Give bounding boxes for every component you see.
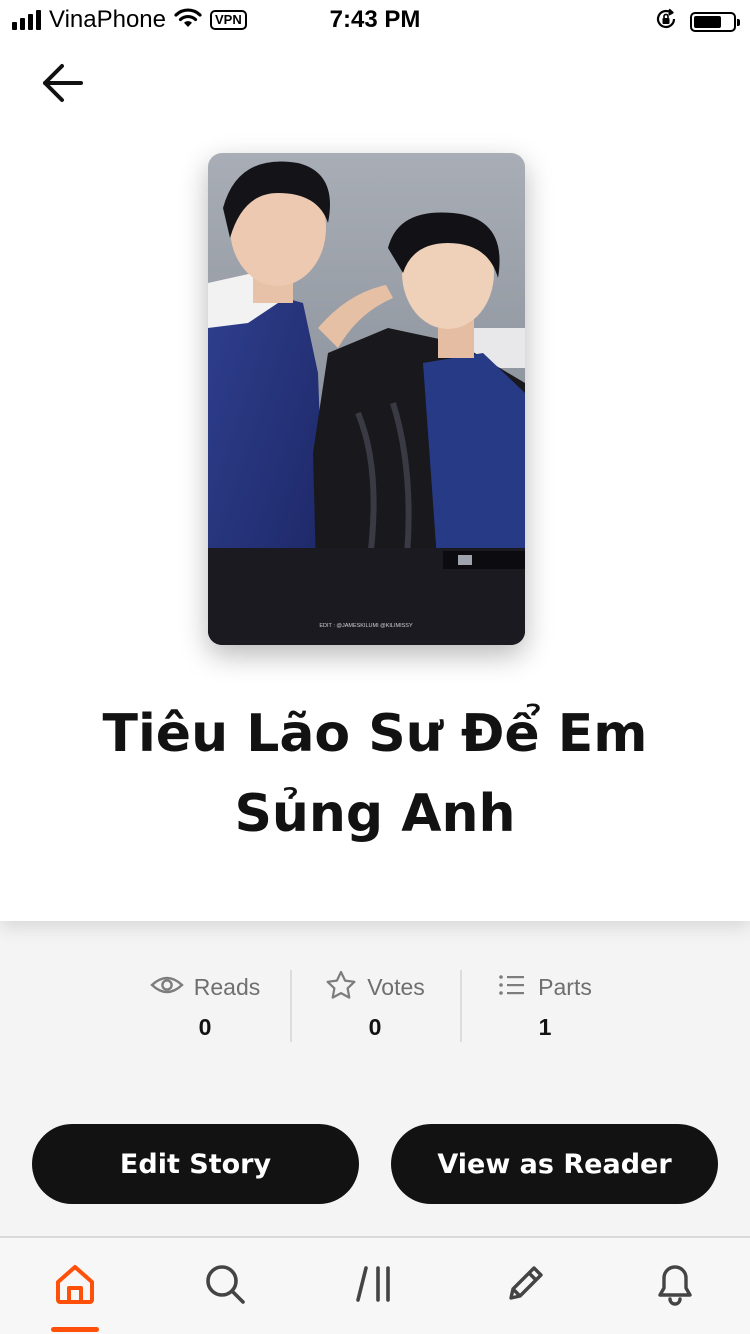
- eye-icon: [149, 973, 184, 1002]
- stat-label: Reads: [193, 973, 261, 1000]
- list-icon: [498, 973, 528, 1002]
- stat-votes: Votes 0: [290, 966, 460, 1046]
- view-as-reader-button[interactable]: View as Reader: [391, 1124, 718, 1204]
- bottom-nav: [0, 1236, 750, 1334]
- cover-caption: EDIT : @JAMESKILUMI @KILIMISSY: [319, 623, 413, 629]
- stat-value: 0: [368, 1014, 382, 1040]
- stat-label: Votes: [367, 973, 425, 1000]
- write-icon: [503, 1262, 547, 1311]
- stat-parts: Parts 1: [460, 966, 630, 1046]
- edit-story-button[interactable]: Edit Story: [32, 1124, 359, 1204]
- active-tab-indicator: [51, 1327, 99, 1332]
- story-stats: Reads 0 Votes 0 Parts 1: [120, 966, 630, 1046]
- status-right: [654, 7, 740, 36]
- status-time: 7:43 PM: [329, 6, 421, 33]
- stat-label: Parts: [538, 973, 592, 1000]
- nav-write[interactable]: [450, 1238, 600, 1334]
- story-header: EDIT : @JAMESKILUMI @KILIMISSY Tiêu Lão …: [0, 0, 750, 921]
- search-icon: [203, 1262, 247, 1311]
- story-actions: Edit Story View as Reader: [32, 1124, 718, 1204]
- notifications-icon: [653, 1262, 697, 1311]
- stat-value: 1: [538, 1014, 552, 1040]
- status-bar: VinaPhone VPN 7:43 PM: [0, 0, 750, 40]
- nav-search[interactable]: [150, 1238, 300, 1334]
- stat-reads: Reads 0: [120, 966, 290, 1046]
- star-icon: [325, 970, 357, 1005]
- home-icon: [53, 1262, 97, 1311]
- story-cover-image[interactable]: EDIT : @JAMESKILUMI @KILIMISSY: [208, 153, 525, 645]
- back-button[interactable]: [34, 58, 90, 112]
- story-title: Tiêu Lão Sư Để Em Sủng Anh: [102, 704, 648, 844]
- battery-icon: [690, 11, 740, 32]
- orientation-lock-icon: [654, 7, 678, 36]
- arrow-left-icon: [39, 62, 85, 109]
- library-icon: [353, 1262, 397, 1311]
- nav-home[interactable]: [0, 1238, 150, 1334]
- nav-library[interactable]: [300, 1238, 450, 1334]
- stat-value: 0: [198, 1014, 212, 1040]
- battery-level: [694, 15, 721, 28]
- nav-notifications[interactable]: [600, 1238, 750, 1334]
